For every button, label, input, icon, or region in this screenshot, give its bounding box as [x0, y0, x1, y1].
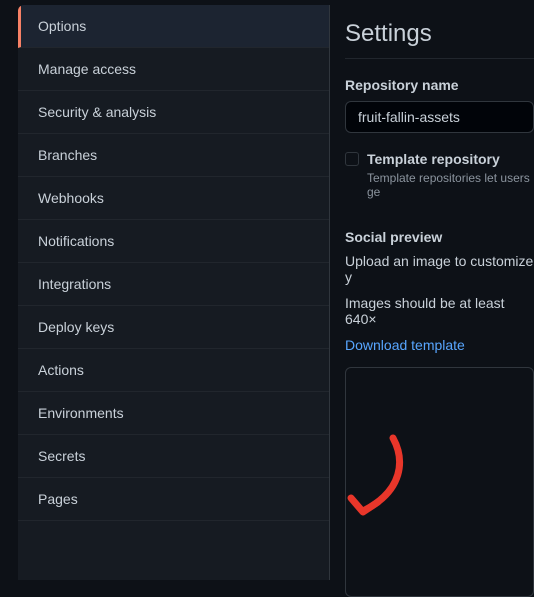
social-preview-box[interactable]: [345, 367, 534, 597]
page-title: Settings: [345, 20, 534, 59]
sidebar-item-environments[interactable]: Environments: [18, 392, 329, 435]
main-panel: Settings Repository name Template reposi…: [330, 0, 534, 580]
template-checkbox-label: Template repository: [367, 151, 500, 167]
sidebar-item-security-analysis[interactable]: Security & analysis: [18, 91, 329, 134]
sidebar-item-manage-access[interactable]: Manage access: [18, 48, 329, 91]
sidebar-item-actions[interactable]: Actions: [18, 349, 329, 392]
template-checkbox[interactable]: [345, 152, 359, 166]
sidebar-item-notifications[interactable]: Notifications: [18, 220, 329, 263]
sidebar-item-integrations[interactable]: Integrations: [18, 263, 329, 306]
sidebar-item-webhooks[interactable]: Webhooks: [18, 177, 329, 220]
sidebar-item-secrets[interactable]: Secrets: [18, 435, 329, 478]
sidebar-item-branches[interactable]: Branches: [18, 134, 329, 177]
sidebar-item-pages[interactable]: Pages: [18, 478, 329, 521]
repo-name-input[interactable]: [345, 101, 534, 133]
sidebar-item-options[interactable]: Options: [18, 5, 329, 48]
settings-sidebar: Options Manage access Security & analysi…: [18, 5, 330, 580]
sidebar-item-deploy-keys[interactable]: Deploy keys: [18, 306, 329, 349]
template-helper-text: Template repositories let users ge: [367, 171, 534, 199]
template-checkbox-row: Template repository: [345, 151, 534, 167]
social-preview-label: Social preview: [345, 229, 534, 245]
download-template-link[interactable]: Download template: [345, 337, 465, 353]
social-preview-text: Upload an image to customize y: [345, 253, 534, 285]
social-preview-size: Images should be at least 640×: [345, 295, 534, 327]
repo-name-label: Repository name: [345, 77, 534, 93]
